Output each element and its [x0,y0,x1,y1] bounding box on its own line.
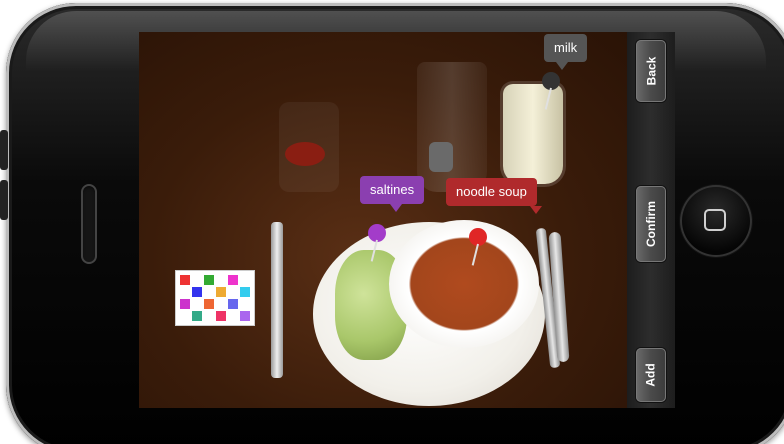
push-pin-icon[interactable] [542,72,560,90]
salt-shaker [429,142,453,172]
photo-canvas[interactable]: milk saltines noodle soup [139,32,627,408]
tag-label: milk [554,40,578,55]
red-object [285,142,325,166]
tag-pointer [530,206,542,214]
fork [271,222,283,378]
confirm-button[interactable]: Confirm [636,186,666,262]
back-button[interactable]: Back [636,40,666,102]
food-tag-milk[interactable]: milk [544,34,588,70]
soup-bowl [389,220,539,348]
volume-up-button [0,130,8,170]
speaker-grille [81,184,97,264]
back-button-label: Back [644,56,658,86]
tag-pointer [556,62,568,70]
color-calibration-card [175,270,255,326]
add-button-label: Add [643,363,658,387]
push-pin-icon[interactable] [469,228,487,246]
volume-down-button [0,180,8,220]
confirm-button-label: Confirm [644,201,658,247]
tag-label: saltines [370,182,415,197]
food-tag-saltines[interactable]: saltines [360,176,425,212]
tag-pointer [390,204,402,212]
action-toolbar: Back Confirm Add [627,32,675,408]
water-glass [417,62,487,192]
milk-glass [503,84,563,184]
food-tag-noodle-soup[interactable]: noodle soup [446,178,542,214]
home-button[interactable] [680,185,752,257]
add-button[interactable]: Add [636,348,666,402]
home-square-icon [704,209,726,231]
tag-label: noodle soup [456,184,527,199]
push-pin-icon[interactable] [368,224,386,242]
